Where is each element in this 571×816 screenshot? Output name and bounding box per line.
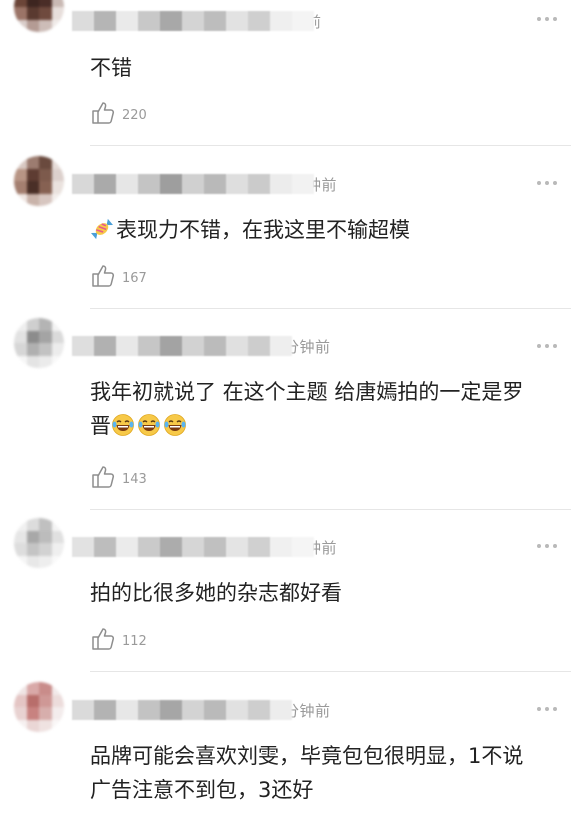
thumbs-up-icon (92, 265, 115, 287)
avatar[interactable] (14, 518, 64, 568)
avatar[interactable] (14, 318, 64, 368)
laugh-cry-emoji (112, 414, 134, 436)
like-button[interactable]: 167 (90, 263, 147, 289)
like-count: 112 (122, 633, 147, 649)
more-dots-icon[interactable] (537, 178, 557, 188)
comment-text: 表现力不错，在我这里不输超模 (90, 213, 543, 247)
avatar[interactable] (14, 156, 64, 206)
comment-meta: 前 (72, 9, 322, 33)
laugh-cry-emoji (164, 414, 186, 436)
like-button[interactable]: 220 (90, 100, 147, 126)
comment-text: 我年初就说了 在这个主题 给唐嫣拍的一定是罗晋 (90, 380, 524, 438)
comment-meta: 分钟前 (72, 334, 331, 358)
comment-text: 品牌可能会喜欢刘雯，毕竟包包很明显，1不说广告注意不到包，3还好 (90, 744, 524, 802)
like-button[interactable]: 112 (90, 626, 147, 652)
divider (90, 308, 571, 309)
username-mosaic[interactable] (72, 336, 292, 356)
username-mosaic[interactable] (72, 700, 292, 720)
more-dots-icon[interactable] (537, 14, 557, 24)
comment-text: 拍的比很多她的杂志都好看 (90, 581, 342, 605)
more-dots-icon[interactable] (537, 341, 557, 351)
avatar[interactable] (14, 682, 64, 732)
comment-text: 不错 (90, 56, 132, 80)
candy-emoji (91, 218, 113, 240)
thumbs-up-icon (92, 102, 115, 124)
username-mosaic[interactable] (72, 11, 314, 31)
comment-meta: 分钟前 (72, 698, 331, 722)
like-count: 167 (122, 270, 147, 286)
comment-meta: 钟前 (72, 172, 337, 196)
username-mosaic[interactable] (72, 174, 314, 194)
divider (90, 145, 571, 146)
divider (90, 509, 571, 510)
like-button[interactable]: 143 (90, 464, 147, 490)
thumbs-up-icon (92, 628, 115, 650)
divider (90, 671, 571, 672)
more-dots-icon[interactable] (537, 704, 557, 714)
like-count: 143 (122, 471, 147, 487)
thumbs-up-icon (92, 466, 115, 488)
avatar[interactable] (14, 0, 64, 32)
more-dots-icon[interactable] (537, 541, 557, 551)
username-mosaic[interactable] (72, 537, 314, 557)
laugh-cry-emoji (138, 414, 160, 436)
comment-meta: 钟前 (72, 535, 337, 559)
like-count: 220 (122, 107, 147, 123)
